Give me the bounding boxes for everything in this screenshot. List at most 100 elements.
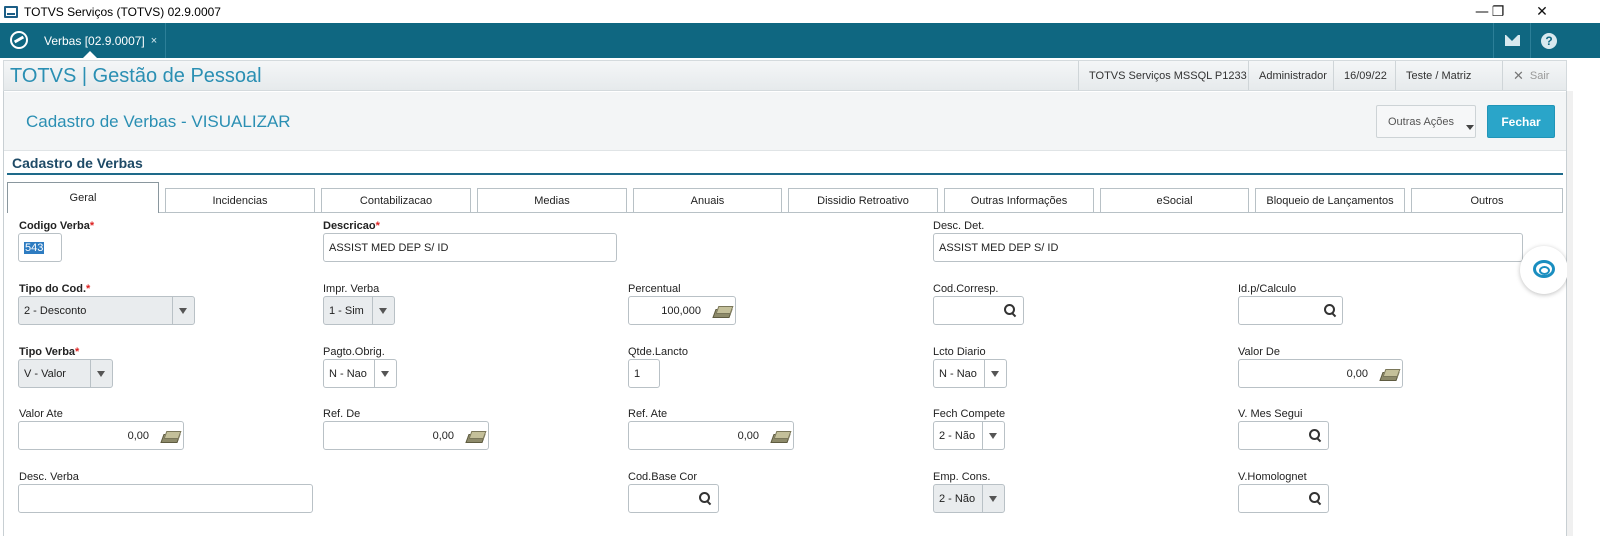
- tab-geral[interactable]: Geral: [7, 182, 159, 213]
- ref-de-field[interactable]: 0,00: [323, 421, 489, 450]
- codigo-verba-value: 543: [24, 242, 45, 254]
- tab-medias[interactable]: Medias: [477, 188, 627, 212]
- emp-cons-value: 2 - Não: [939, 493, 976, 505]
- fech-compete-select[interactable]: 2 - Não: [933, 421, 1005, 450]
- pagto-obrig-label: Pagto.Obrig.: [323, 346, 385, 358]
- v-mes-segui-field[interactable]: [1238, 421, 1329, 450]
- lcto-diario-select[interactable]: N - Nao: [933, 359, 1007, 388]
- tab-outras-informacoes[interactable]: Outras Informações: [944, 188, 1094, 212]
- emp-cons-label: Emp. Cons.: [933, 471, 991, 483]
- search-icon[interactable]: [1004, 304, 1016, 316]
- valor-ate-field[interactable]: 0,00: [18, 421, 184, 450]
- ref-ate-field[interactable]: 0,00: [628, 421, 794, 450]
- help-button[interactable]: ?: [1530, 23, 1567, 58]
- tab-close-icon[interactable]: ×: [151, 35, 157, 47]
- chevron-down-icon: [172, 297, 194, 324]
- valor-de-field[interactable]: 0,00: [1238, 359, 1403, 388]
- user-info: Administrador: [1248, 61, 1337, 90]
- section-divider: [7, 173, 1563, 175]
- search-icon[interactable]: [699, 492, 711, 504]
- close-button[interactable]: Fechar: [1487, 105, 1555, 138]
- calculator-money-icon[interactable]: [772, 431, 789, 442]
- tipo-verba-select[interactable]: V - Valor: [18, 359, 113, 388]
- active-tab-caret: [83, 51, 97, 58]
- exit-button[interactable]: ✕ Sair: [1502, 61, 1559, 90]
- tab-anuais[interactable]: Anuais: [633, 188, 782, 212]
- close-window-button[interactable]: ✕: [1520, 0, 1564, 23]
- vertical-scrollbar[interactable]: [1567, 91, 1573, 536]
- codigo-verba-field[interactable]: 543: [18, 233, 62, 262]
- tab-verbas[interactable]: Verbas [02.9.0007] ×: [36, 23, 167, 58]
- branch-info[interactable]: Teste / Matriz: [1395, 61, 1481, 90]
- section-title: Cadastro de Verbas: [12, 155, 143, 171]
- cod-base-cor-label: Cod.Base Cor: [628, 471, 698, 483]
- search-icon[interactable]: [1309, 429, 1321, 441]
- chevron-down-icon: [372, 297, 394, 324]
- calculator-money-icon[interactable]: [714, 306, 731, 317]
- fech-compete-label: Fech Compete: [933, 408, 1006, 420]
- valor-ate-label: Valor Ate: [19, 408, 63, 420]
- search-icon[interactable]: [1309, 492, 1321, 504]
- desc-det-label: Desc. Det.: [933, 220, 985, 232]
- restore-button[interactable]: ❐: [1476, 0, 1520, 23]
- cod-base-cor-field[interactable]: [628, 484, 719, 513]
- window-titlebar: TOTVS Serviços (TOTVS) 02.9.0007 — ❐ ✕: [0, 0, 1600, 23]
- tab-outros[interactable]: Outros: [1411, 188, 1563, 212]
- tipo-cod-label: Tipo do Cod.*: [19, 283, 91, 295]
- calculator-money-icon[interactable]: [1381, 369, 1398, 380]
- other-actions-label: Outras Ações: [1388, 116, 1455, 128]
- percentual-field[interactable]: 100,000: [628, 296, 736, 325]
- help-icon: ?: [1541, 32, 1557, 49]
- tipo-verba-value: V - Valor: [24, 368, 66, 380]
- v-mes-segui-label: V. Mes Segui: [1238, 408, 1303, 420]
- tipo-verba-label: Tipo Verba*: [19, 346, 80, 358]
- impr-verba-select[interactable]: 1 - Sim: [323, 296, 395, 325]
- assistant-chat-button[interactable]: [1520, 246, 1568, 294]
- desc-det-field[interactable]: ASSIST MED DEP S/ ID: [933, 233, 1523, 262]
- descricao-label: Descricao*: [323, 220, 380, 232]
- tipo-cod-select[interactable]: 2 - Desconto: [18, 296, 195, 325]
- lcto-diario-label: Lcto Diario: [933, 346, 986, 358]
- tipo-cod-value: 2 - Desconto: [24, 305, 87, 317]
- mail-icon: [1504, 35, 1520, 46]
- v-homolognet-field[interactable]: [1238, 484, 1329, 513]
- pagto-obrig-value: N - Nao: [329, 368, 367, 380]
- page-header: Cadastro de Verbas - VISUALIZAR: [4, 92, 1566, 151]
- valor-ate-value: 0,00: [127, 430, 149, 442]
- id-calculo-field[interactable]: [1238, 296, 1343, 325]
- id-calculo-label: Id.p/Calculo: [1238, 283, 1297, 295]
- valor-de-value: 0,00: [1346, 368, 1368, 380]
- tab-contabilizacao[interactable]: Contabilizacao: [321, 188, 471, 212]
- percentual-value: 100,000: [661, 305, 701, 317]
- descricao-value: ASSIST MED DEP S/ ID: [329, 242, 449, 254]
- codigo-verba-label: Codigo Verba*: [19, 220, 95, 232]
- emp-cons-select[interactable]: 2 - Não: [933, 484, 1005, 513]
- chevron-down-icon: [982, 422, 1004, 449]
- cod-corresp-label: Cod.Corresp.: [933, 283, 999, 295]
- valor-de-label: Valor De: [1238, 346, 1280, 358]
- tab-bloqueio-lancamentos[interactable]: Bloqueio de Lançamentos: [1255, 188, 1405, 212]
- impr-verba-value: 1 - Sim: [329, 305, 364, 317]
- totvs-logo-icon[interactable]: [10, 31, 28, 49]
- calculator-money-icon[interactable]: [467, 431, 484, 442]
- other-actions-button[interactable]: Outras Ações: [1376, 105, 1476, 138]
- cod-corresp-field[interactable]: [933, 296, 1024, 325]
- ref-de-label: Ref. De: [323, 408, 361, 420]
- app-window-icon: [4, 5, 18, 18]
- calculator-money-icon[interactable]: [162, 431, 179, 442]
- messages-button[interactable]: [1493, 23, 1530, 58]
- tab-dissidio-retroativo[interactable]: Dissidio Retroativo: [788, 188, 938, 212]
- desc-verba-field[interactable]: [18, 484, 313, 513]
- chevron-down-icon: [1466, 125, 1474, 130]
- window-title: TOTVS Serviços (TOTVS) 02.9.0007: [24, 4, 221, 19]
- tab-incidencias[interactable]: Incidencias: [165, 188, 315, 212]
- desc-verba-label: Desc. Verba: [19, 471, 79, 483]
- descricao-field[interactable]: ASSIST MED DEP S/ ID: [323, 233, 617, 262]
- qtde-lancto-field[interactable]: 1: [628, 359, 660, 388]
- qtde-lancto-label: Qtde.Lancto: [628, 346, 688, 358]
- ref-de-value: 0,00: [432, 430, 454, 442]
- lcto-diario-value: N - Nao: [939, 368, 977, 380]
- tab-esocial[interactable]: eSocial: [1100, 188, 1249, 212]
- search-icon[interactable]: [1324, 304, 1336, 316]
- pagto-obrig-select[interactable]: N - Nao: [323, 359, 397, 388]
